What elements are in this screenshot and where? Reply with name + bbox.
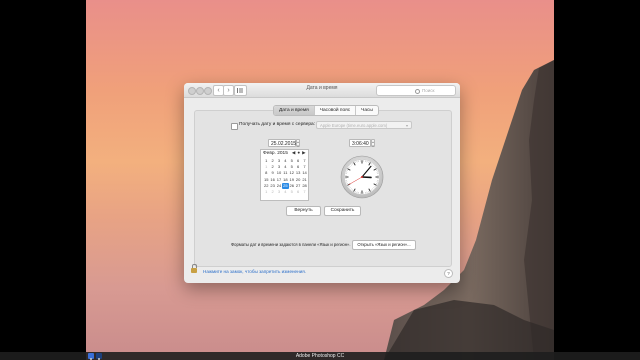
tab-clock[interactable]: Часы [356,106,378,115]
lock-instruction[interactable]: Нажмите на замок, чтобы запретить измене… [203,269,306,274]
time-stepper[interactable]: ▴ ▾ [371,139,375,148]
formats-note: Форматы дат и времени задаются в панели … [231,242,351,247]
date-field[interactable]: 25.02.2015 [268,139,296,147]
tab-time-zone[interactable]: Часовой пояс [315,106,357,115]
analog-clock-face [340,155,384,199]
calendar: Февр. 2015 ◀ ● ▶ 1 2 3 4 5 6 7 1 2 3 4 5 6 7 8 9 10 11 12 1… [260,149,309,201]
revert-button[interactable]: Вернуть [286,206,321,216]
search-icon [415,88,420,94]
tab-bar: Дата и время Часовой пояс Часы [273,105,379,116]
calendar-grid: 1 2 3 4 5 6 7 1 2 3 4 5 6 7 8 9 10 11 12 13 14 15 16 17 18 19 20 21… [263,158,308,195]
time-server-value: Apple Europe (time.euro.apple.com) [320,123,388,128]
lock-icon[interactable] [191,264,197,273]
tab-date-time[interactable]: Дата и время [274,106,315,115]
calendar-nav-arrows[interactable]: ◀ ● ▶ [292,150,306,156]
calendar-day[interactable]: 7 [301,189,307,195]
open-language-region-button[interactable]: Открыть «Язык и регион»... [352,240,416,250]
dock: Adobe Photoshop CC [0,352,640,360]
date-time-window: ‹ › Дата и время Поиск Дата и время Часо… [184,83,460,283]
server-time-label: Получать дату и время с сервера: [239,122,316,127]
chevron-down-icon: ▾ [405,123,408,128]
calendar-month-label: Февр. 2015 [263,151,288,156]
help-button[interactable]: ? [444,269,453,278]
dock-app-label: Adobe Photoshop CC [295,353,345,359]
time-server-select[interactable]: Apple Europe (time.euro.apple.com) ▾ [316,121,412,129]
time-field[interactable]: 3:06:40 [349,139,371,147]
save-button[interactable]: Сохранить [324,206,361,216]
title-bar[interactable]: ‹ › Дата и время Поиск [184,83,460,98]
clock-center-pin [361,176,363,178]
server-time-checkbox[interactable] [231,123,238,130]
date-stepper[interactable]: ▴ ▾ [296,139,300,148]
analog-clock [340,155,384,199]
search-placeholder: Поиск [422,88,435,93]
search-field[interactable]: Поиск [376,85,456,96]
